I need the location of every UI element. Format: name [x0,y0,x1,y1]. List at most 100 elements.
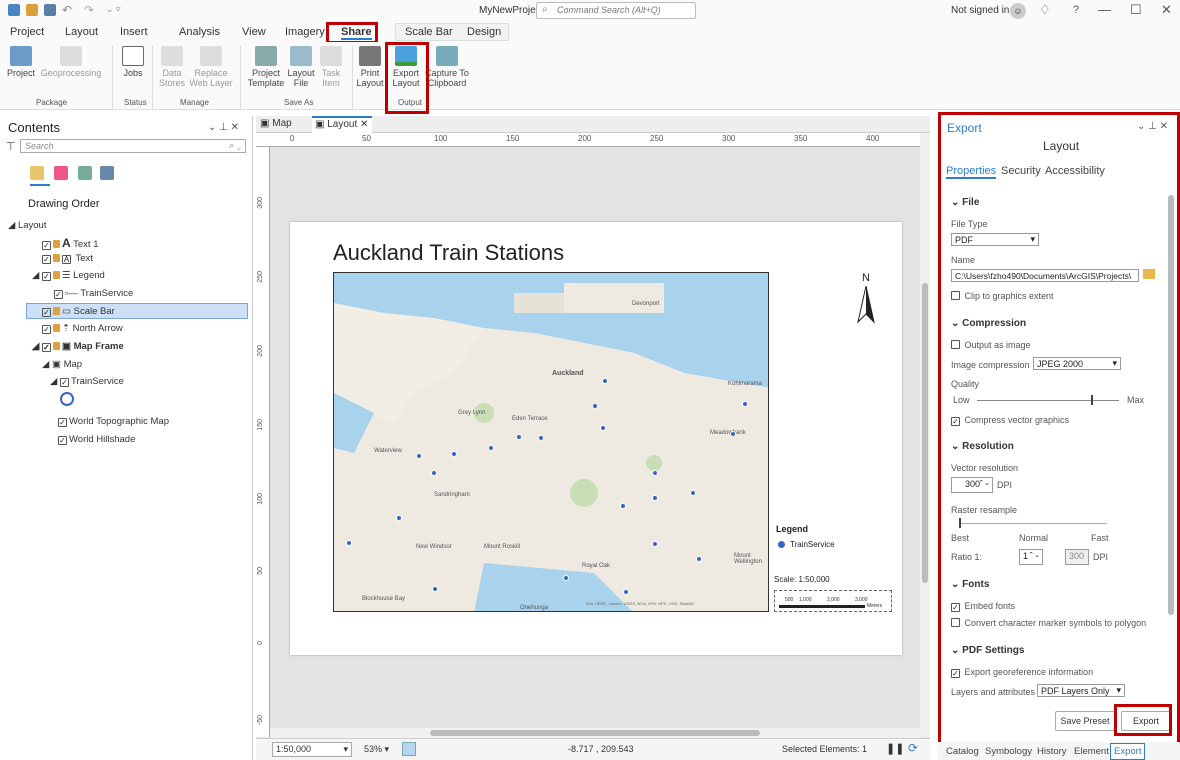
tab-accessibility[interactable]: Accessibility [1045,165,1105,177]
zoom-dropdown[interactable]: 53% ▾ [364,744,389,755]
tree-world-hillshade[interactable]: ✓ World Hillshade [58,434,135,445]
filter-icon[interactable]: ⊤ [6,140,16,153]
spinner-icon[interactable]: ⌃⌄ [978,479,990,487]
map-frame[interactable]: Auckland Devonport Grey Lynn Eden Terrac… [333,272,769,612]
layout-file-button[interactable]: Layout File [286,46,316,88]
station-marker[interactable] [432,586,438,592]
maximize-button[interactable]: ☐ [1130,2,1142,18]
layers-attributes-dropdown[interactable]: PDF Layers Only ▾ [1037,684,1125,697]
scroll-thumb[interactable] [922,283,928,583]
tab-catalog[interactable]: Catalog [946,746,979,757]
selected-elements[interactable]: Selected Elements: 1 [782,744,867,754]
output-image-checkbox[interactable]: Output as image [951,340,1031,350]
tab-history[interactable]: History [1037,746,1067,757]
tab-scale-bar[interactable]: Scale Bar [405,26,453,38]
folder-icon[interactable] [1143,269,1155,279]
undo-icon[interactable]: ↶ [62,3,72,17]
pane-options-icon[interactable]: ⌄ ⊥ ✕ [208,122,239,133]
station-marker[interactable] [652,495,658,501]
station-marker[interactable] [696,556,702,562]
pdf-settings-header[interactable]: ⌄ PDF Settings [951,645,1024,656]
tab-design[interactable]: Design [467,26,501,38]
tree-trainservice[interactable]: ◢ ✓ TrainService [50,376,124,387]
scale-dropdown[interactable]: 1:50,000 ▾ [272,742,352,757]
pane-options-icon[interactable]: ⌄ ⊥ ✕ [1137,121,1168,132]
scale-bar[interactable]: 500 1,000 2,000 3,000 Meters [774,590,892,612]
save-preset-button[interactable]: Save Preset [1055,711,1115,731]
open-icon[interactable] [26,4,38,16]
file-name-input[interactable]: C:\Users\fzho490\Documents\ArcGIS\Projec… [951,269,1139,282]
ratio-input[interactable]: 1 ⌃⌄ [1019,549,1043,565]
station-marker[interactable] [620,503,626,509]
layout-tools-icon[interactable] [402,742,416,756]
compress-vector-checkbox[interactable]: ✓ Compress vector graphics [951,415,1069,426]
new-icon[interactable] [8,4,20,16]
data-stores-button[interactable]: Data Stores [156,46,188,88]
station-marker[interactable] [602,378,608,384]
embed-fonts-checkbox[interactable]: ✓ Embed fonts [951,601,1015,612]
image-compression-dropdown[interactable]: JPEG 2000 ▾ [1033,357,1121,370]
tree-north-arrow[interactable]: ✓ ⇡ North Arrow [42,323,123,334]
tab-imagery[interactable]: Imagery [285,26,325,38]
avatar-icon[interactable]: ☺ [1010,3,1026,19]
file-type-dropdown[interactable]: PDF ▾ [951,233,1039,246]
station-marker[interactable] [516,434,522,440]
export-scrollbar[interactable] [1168,195,1174,615]
tab-security[interactable]: Security [1001,165,1041,177]
tree-text1[interactable]: ✓ A Text 1 [42,236,99,250]
sign-in-status[interactable]: Not signed in [951,5,1009,16]
station-marker[interactable] [600,425,606,431]
contents-search-input[interactable]: Search ⌕ ⌄ [20,139,246,153]
fonts-section-header[interactable]: ⌄ Fonts [951,579,989,590]
tree-legend-trainservice[interactable]: ✓ ▫— TrainService [54,288,133,299]
scale-text[interactable]: Scale: 1:50,000 [774,575,830,584]
tab-properties[interactable]: Properties [946,165,997,179]
station-marker[interactable] [592,403,598,409]
list-by-drawing-order-icon[interactable] [30,166,44,180]
pause-icon[interactable]: ❚❚ [886,742,904,755]
tab-insert[interactable]: Insert [120,26,148,38]
station-marker[interactable] [652,541,658,547]
station-marker[interactable] [652,470,658,476]
station-marker[interactable] [730,431,736,437]
tab-layout[interactable]: Layout [65,26,98,38]
tab-project[interactable]: Project [10,26,44,38]
tab-layout-view[interactable]: ▣ Layout ✕ [312,116,372,133]
station-marker[interactable] [396,515,402,521]
tree-text[interactable]: ✓ A Text [42,253,93,264]
resolution-section-header[interactable]: ⌄ Resolution [951,441,1014,452]
station-marker[interactable] [623,589,629,595]
north-arrow-icon[interactable] [856,286,876,326]
customize-icon[interactable]: ⌄ ▿ [106,4,121,15]
tab-map-view[interactable]: ▣ Map [258,117,302,132]
layout-title[interactable]: Auckland Train Stations [333,240,564,266]
clip-checkbox[interactable]: Clip to graphics extent [951,291,1054,301]
tree-map-frame[interactable]: ◢ ✓ ▣ Map Frame [32,341,124,352]
tree-world-topo[interactable]: ✓ World Topographic Map [58,416,169,427]
tab-element[interactable]: Element [1074,746,1109,757]
refresh-icon[interactable]: ⟳ [908,741,918,755]
spinner-icon[interactable]: ⌃⌄ [1028,551,1040,559]
geoprocessing-button[interactable]: Geoprocessing [38,46,104,78]
list-by-selection-icon[interactable] [78,166,92,180]
station-marker[interactable] [346,540,352,546]
tree-map[interactable]: ◢ ▣ Map [42,359,82,370]
station-marker[interactable] [742,401,748,407]
vertical-scrollbar[interactable] [920,133,930,737]
task-item-button[interactable]: Task Item [318,46,344,88]
minimize-button[interactable]: — [1098,2,1111,17]
close-button[interactable]: ✕ [1161,2,1172,18]
file-section-header[interactable]: ⌄ File [951,197,979,208]
station-marker[interactable] [538,435,544,441]
redo-icon[interactable]: ↷ [84,3,94,17]
raster-slider-thumb[interactable] [959,518,961,528]
station-marker[interactable] [563,575,569,581]
tab-symbology[interactable]: Symbology [985,746,1032,757]
station-marker[interactable] [451,451,457,457]
tree-scale-bar[interactable]: ✓ ▭ Scale Bar [42,306,115,317]
tab-view[interactable]: View [242,26,266,38]
georef-checkbox[interactable]: ✓ Export georeference information [951,667,1093,678]
tab-analysis[interactable]: Analysis [179,26,220,38]
tab-export[interactable]: Export [1110,743,1146,760]
convert-markers-checkbox[interactable]: Convert character marker symbols to poly… [951,618,1146,628]
